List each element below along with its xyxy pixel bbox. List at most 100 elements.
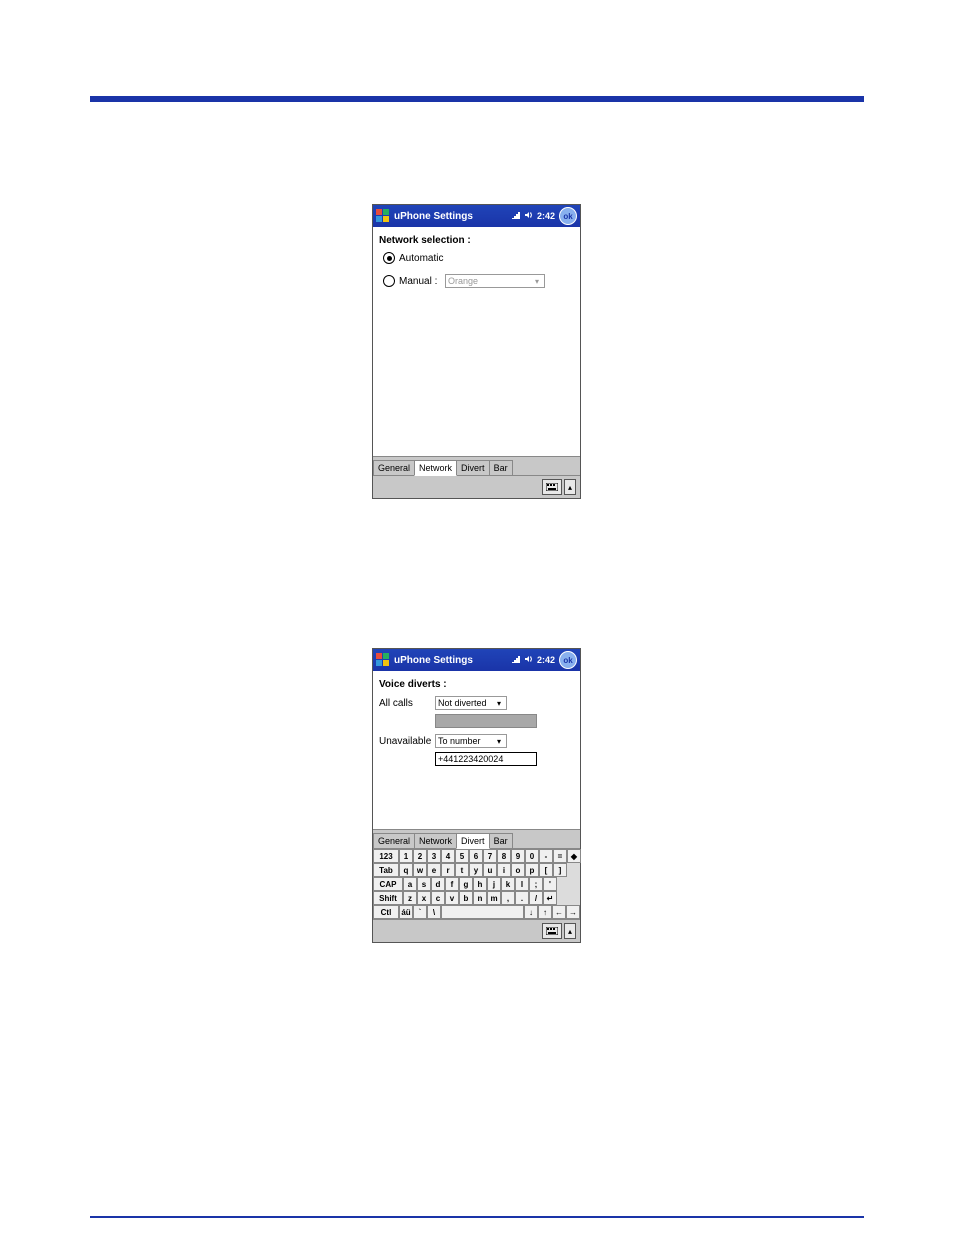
kb-key[interactable]: 3: [427, 849, 441, 863]
kb-space-key[interactable]: [441, 905, 524, 919]
windows-logo-icon[interactable]: [376, 209, 390, 223]
dropdown-value: To number: [438, 736, 481, 746]
kb-key[interactable]: áü: [399, 905, 413, 919]
chevron-down-icon: ▾: [494, 698, 504, 708]
kb-key[interactable]: j: [487, 877, 501, 891]
speaker-icon[interactable]: [524, 654, 534, 666]
tab-bar[interactable]: Bar: [489, 460, 513, 475]
ok-button[interactable]: ok: [559, 207, 577, 225]
unavailable-number-input[interactable]: +441223420024: [435, 752, 537, 766]
kb-key[interactable]: .: [515, 891, 529, 905]
app-title: uPhone Settings: [394, 211, 511, 222]
kb-key[interactable]: 1: [399, 849, 413, 863]
signal-icon: [511, 654, 521, 666]
unavailable-label: Unavailable: [379, 736, 435, 747]
keyboard-up-icon[interactable]: ▴: [564, 923, 576, 939]
kb-key[interactable]: ]: [553, 863, 567, 877]
kb-key[interactable]: ,: [501, 891, 515, 905]
dropdown-value: Orange: [448, 276, 478, 286]
kb-key[interactable]: 9: [511, 849, 525, 863]
kb-key[interactable]: c: [431, 891, 445, 905]
bottom-bar: ▴: [373, 919, 580, 942]
ok-button[interactable]: ok: [559, 651, 577, 669]
kb-key[interactable]: 123: [373, 849, 399, 863]
kb-key[interactable]: n: [473, 891, 487, 905]
tab-general[interactable]: General: [373, 460, 415, 475]
kb-key[interactable]: 4: [441, 849, 455, 863]
kb-key[interactable]: 7: [483, 849, 497, 863]
kb-key[interactable]: z: [403, 891, 417, 905]
all-calls-dropdown[interactable]: Not diverted ▾: [435, 696, 507, 710]
kb-enter-key[interactable]: ↵: [543, 891, 557, 905]
kb-key[interactable]: m: [487, 891, 501, 905]
kb-tab-key[interactable]: Tab: [373, 863, 399, 877]
kb-key[interactable]: 8: [497, 849, 511, 863]
keyboard-toggle-icon[interactable]: [542, 923, 562, 939]
radio-automatic-label: Automatic: [399, 253, 443, 264]
tab-strip: General Network Divert Bar: [373, 456, 580, 475]
kb-key[interactable]: `: [413, 905, 427, 919]
kb-key[interactable]: =: [553, 849, 567, 863]
kb-key[interactable]: u: [483, 863, 497, 877]
kb-key[interactable]: 5: [455, 849, 469, 863]
clock-time: 2:42: [537, 655, 555, 665]
kb-key[interactable]: o: [511, 863, 525, 877]
kb-key[interactable]: e: [427, 863, 441, 877]
tab-network[interactable]: Network: [414, 460, 457, 476]
kb-down-key[interactable]: ↓: [524, 905, 538, 919]
kb-key[interactable]: w: [413, 863, 427, 877]
kb-ctl-key[interactable]: Ctl: [373, 905, 399, 919]
radio-manual[interactable]: [383, 275, 395, 287]
unavailable-dropdown[interactable]: To number ▾: [435, 734, 507, 748]
kb-backspace-key[interactable]: ◆: [567, 849, 581, 863]
windows-logo-icon[interactable]: [376, 653, 390, 667]
kb-key[interactable]: -: [539, 849, 553, 863]
kb-key[interactable]: f: [445, 877, 459, 891]
kb-key[interactable]: [: [539, 863, 553, 877]
kb-key[interactable]: ;: [529, 877, 543, 891]
radio-automatic[interactable]: [383, 252, 395, 264]
kb-right-key[interactable]: →: [566, 905, 580, 919]
kb-cap-key[interactable]: CAP: [373, 877, 403, 891]
kb-shift-key[interactable]: Shift: [373, 891, 403, 905]
kb-left-key[interactable]: ←: [552, 905, 566, 919]
kb-key[interactable]: s: [417, 877, 431, 891]
chevron-down-icon: ▾: [494, 736, 504, 746]
kb-up-key[interactable]: ↑: [538, 905, 552, 919]
tab-general[interactable]: General: [373, 833, 415, 848]
kb-key[interactable]: d: [431, 877, 445, 891]
kb-key[interactable]: 2: [413, 849, 427, 863]
kb-key[interactable]: b: [459, 891, 473, 905]
manual-network-dropdown[interactable]: Orange ▾: [445, 274, 545, 288]
tab-network[interactable]: Network: [414, 833, 457, 848]
kb-key[interactable]: p: [525, 863, 539, 877]
keyboard-row: CAP a s d f g h j k l ; ': [373, 877, 580, 891]
tab-divert[interactable]: Divert: [456, 460, 490, 475]
kb-key[interactable]: g: [459, 877, 473, 891]
kb-key[interactable]: y: [469, 863, 483, 877]
kb-key[interactable]: h: [473, 877, 487, 891]
dropdown-value: Not diverted: [438, 698, 487, 708]
kb-key[interactable]: r: [441, 863, 455, 877]
kb-key[interactable]: k: [501, 877, 515, 891]
kb-key[interactable]: x: [417, 891, 431, 905]
speaker-icon[interactable]: [524, 210, 534, 222]
radio-manual-label: Manual :: [399, 276, 439, 287]
kb-key[interactable]: q: [399, 863, 413, 877]
tab-divert[interactable]: Divert: [456, 833, 490, 849]
kb-key[interactable]: t: [455, 863, 469, 877]
keyboard-toggle-icon[interactable]: [542, 479, 562, 495]
tab-bar[interactable]: Bar: [489, 833, 513, 848]
kb-key[interactable]: a: [403, 877, 417, 891]
keyboard-up-icon[interactable]: ▴: [564, 479, 576, 495]
kb-key[interactable]: l: [515, 877, 529, 891]
kb-key[interactable]: i: [497, 863, 511, 877]
kb-key[interactable]: 0: [525, 849, 539, 863]
kb-key[interactable]: ': [543, 877, 557, 891]
screenshot-network: uPhone Settings 2:42 ok Network selectio…: [372, 204, 581, 499]
kb-key[interactable]: \: [427, 905, 441, 919]
kb-key[interactable]: v: [445, 891, 459, 905]
kb-key[interactable]: 6: [469, 849, 483, 863]
on-screen-keyboard: 123 1 2 3 4 5 6 7 8 9 0 - = ◆ Tab q w e …: [373, 848, 580, 919]
kb-key[interactable]: /: [529, 891, 543, 905]
